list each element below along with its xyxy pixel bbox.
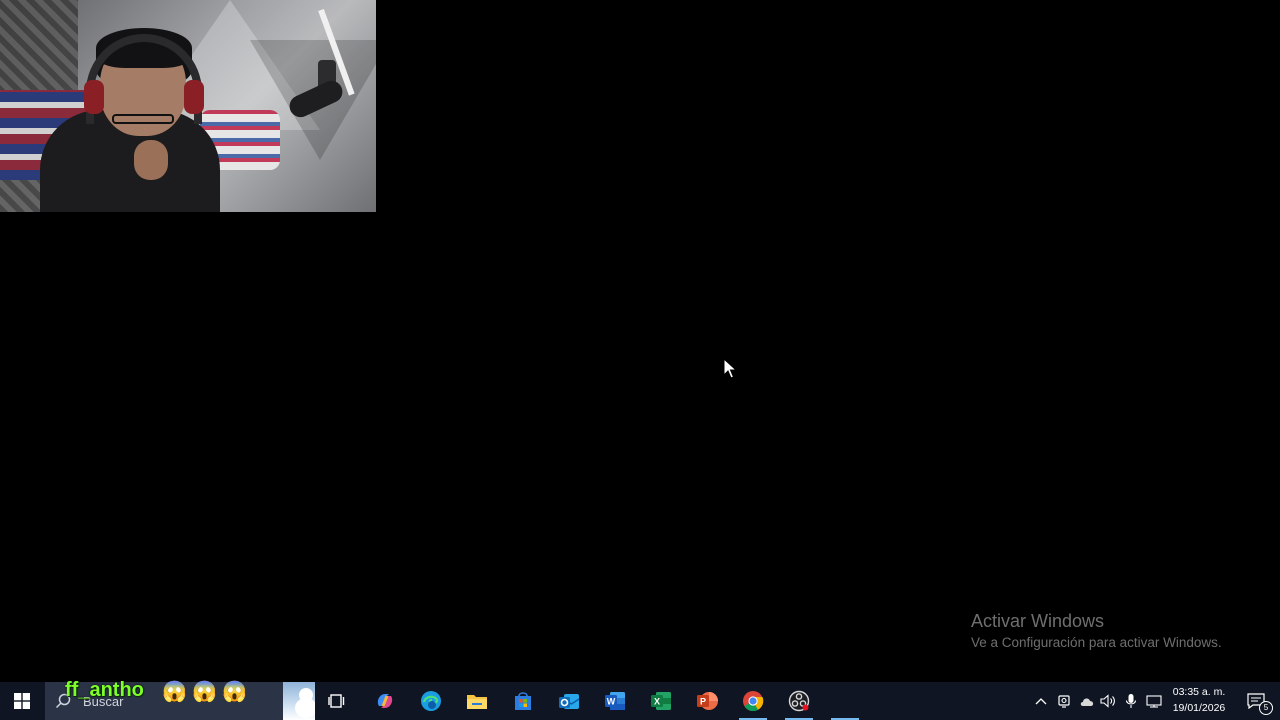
scream-emoji-icon: 😱 [192,681,217,703]
store-icon [515,692,531,710]
word-icon: W [605,692,625,710]
edge-icon [421,691,441,711]
taskbar-chrome[interactable] [730,682,776,720]
notification-center-button[interactable]: 5 [1238,682,1274,720]
taskbar-powerpoint[interactable]: P [684,682,730,720]
microphone-icon [1125,694,1137,708]
chrome-icon [743,691,764,712]
taskbar-edge[interactable] [408,682,454,720]
tray-volume[interactable] [1098,682,1118,720]
mouse-cursor-icon [723,358,738,379]
start-button[interactable] [0,682,44,720]
svg-text:P: P [700,697,706,707]
tray-meet-now[interactable] [1054,682,1074,720]
stream-username-overlay: ff_antho [65,679,144,701]
svg-text:X: X [654,697,660,707]
copilot-icon [377,694,393,708]
scream-emoji-icon: 😱 [222,681,247,703]
tray-network[interactable] [1143,682,1165,720]
taskbar-file-explorer[interactable] [454,682,500,720]
network-icon [1146,695,1162,708]
excel-icon: X [651,692,671,710]
taskbar-task-view[interactable] [314,682,360,720]
taskbar-running-app[interactable] [822,682,868,720]
obs-icon [788,690,810,712]
tray-microphone[interactable] [1121,682,1141,720]
taskbar-clock[interactable]: 03:35 a. m. 19/01/2026 [1166,684,1232,718]
speaker-icon [1100,694,1115,708]
show-hidden-icons-button[interactable] [1031,682,1051,720]
clock-time: 03:35 a. m. [1172,686,1226,698]
webcam-tray-icon [1058,695,1070,708]
task-view-icon [328,694,345,708]
taskbar-excel[interactable]: X [638,682,684,720]
cloud-icon [1080,697,1094,706]
powerpoint-icon: P [697,692,718,710]
notification-count-badge: 5 [1259,701,1273,715]
activate-windows-watermark: Activar Windows Ve a Configuración para … [971,610,1222,653]
taskbar-copilot[interactable] [362,682,408,720]
folder-icon [467,695,487,709]
webcam-overlay [0,0,376,212]
svg-text:W: W [607,697,616,707]
chevron-up-icon [1035,698,1047,705]
taskbar-outlook[interactable] [546,682,592,720]
outlook-icon [559,694,580,709]
watermark-subtitle: Ve a Configuración para activar Windows. [971,635,1222,650]
tray-onedrive[interactable] [1076,682,1098,720]
taskbar-word[interactable]: W [592,682,638,720]
taskbar-obs[interactable] [776,682,822,720]
desktop[interactable]: Activar Windows Ve a Configuración para … [0,0,1280,720]
clock-date: 19/01/2026 [1172,702,1226,714]
scream-emoji-icon: 😱 [162,681,187,703]
watermark-title: Activar Windows [971,611,1105,631]
taskbar-microsoft-store[interactable] [500,682,546,720]
windows-logo-icon [14,693,30,709]
